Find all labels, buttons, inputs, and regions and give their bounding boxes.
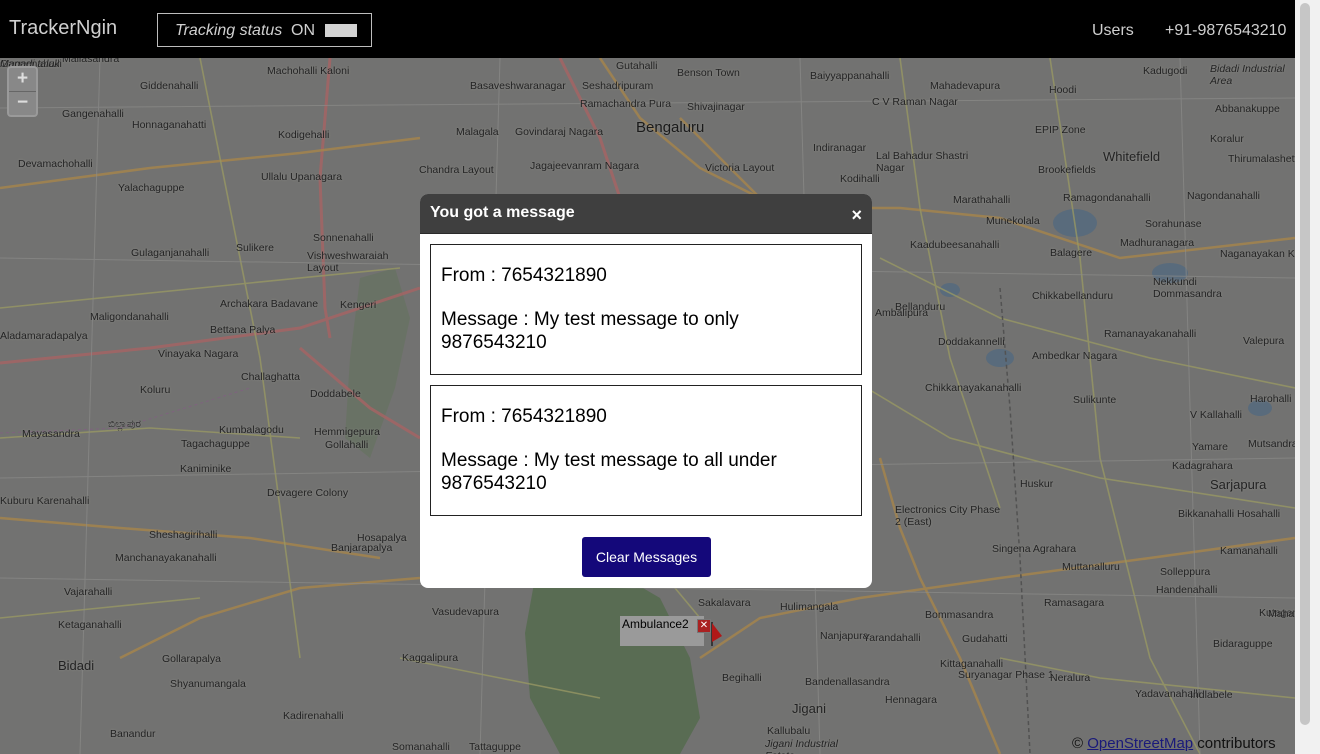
vehicle-flag-icon[interactable] bbox=[710, 620, 724, 646]
zoom-out-button[interactable]: − bbox=[9, 92, 36, 115]
tracking-status-toggle[interactable]: Tracking status ON bbox=[157, 13, 372, 47]
message-dialog: You got a message × From : 7654321890 Me… bbox=[420, 194, 872, 588]
vehicle-marker-label[interactable]: Ambulance2 bbox=[620, 616, 704, 646]
marker-close-icon[interactable]: ✕ bbox=[697, 619, 711, 633]
message-card: From : 7654321890 Message : My test mess… bbox=[430, 385, 862, 516]
brand-logo[interactable]: TrackerNgin bbox=[9, 17, 117, 40]
close-icon[interactable]: × bbox=[851, 205, 862, 226]
zoom-control: + − bbox=[7, 66, 38, 117]
tracking-status-value: ON bbox=[291, 22, 315, 39]
message-from: From : 7654321890 bbox=[441, 265, 607, 286]
message-from: From : 7654321890 bbox=[441, 406, 607, 427]
scrollbar-thumb[interactable] bbox=[1300, 3, 1310, 725]
nav-phone-link[interactable]: +91-9876543210 bbox=[1165, 22, 1286, 40]
osm-link[interactable]: OpenStreetMap bbox=[1087, 735, 1193, 752]
message-body: Message : My test message to only 987654… bbox=[441, 309, 739, 353]
top-navbar: TrackerNgin Tracking status ON Users +91… bbox=[0, 0, 1295, 58]
attribution-prefix: © bbox=[1072, 735, 1088, 752]
tracking-switch[interactable] bbox=[325, 24, 357, 37]
tracking-status-label: Tracking status bbox=[175, 22, 283, 39]
zoom-in-button[interactable]: + bbox=[9, 68, 36, 92]
map-attribution: © OpenStreetMap contributors bbox=[1072, 735, 1276, 752]
message-body: Message : My test message to all under 9… bbox=[441, 450, 777, 494]
clear-messages-button[interactable]: Clear Messages bbox=[582, 537, 711, 577]
dialog-title: You got a message bbox=[430, 204, 575, 221]
dialog-header: You got a message × bbox=[420, 194, 872, 234]
message-card: From : 7654321890 Message : My test mess… bbox=[430, 244, 862, 375]
attribution-suffix: contributors bbox=[1193, 735, 1276, 752]
nav-users-link[interactable]: Users bbox=[1092, 22, 1134, 40]
page-scrollbar[interactable] bbox=[1295, 0, 1320, 754]
